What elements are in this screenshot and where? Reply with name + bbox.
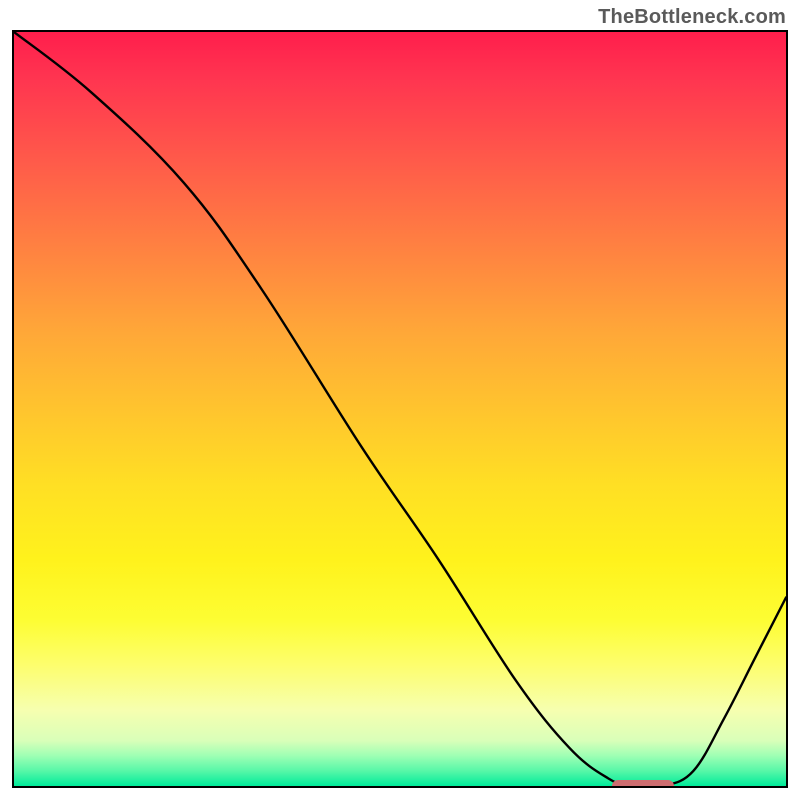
bottleneck-curve-line	[14, 32, 786, 786]
watermark-text: TheBottleneck.com	[598, 6, 786, 29]
chart-frame	[12, 30, 788, 788]
optimal-range-marker	[612, 780, 674, 788]
line-curve-svg	[14, 32, 786, 786]
